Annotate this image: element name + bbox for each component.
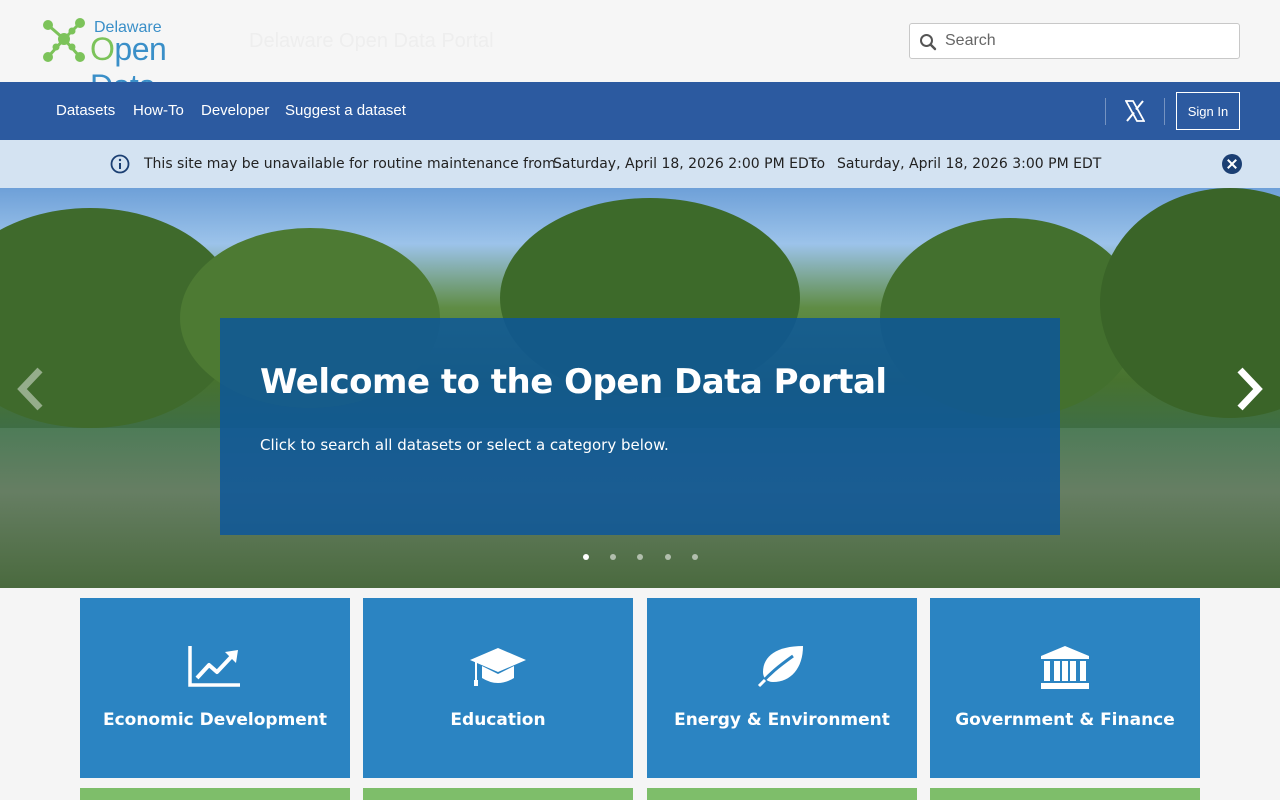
nav-datasets[interactable]: Datasets (56, 102, 115, 119)
carousel-prev-icon[interactable] (14, 366, 46, 412)
carousel-dot[interactable] (692, 554, 698, 560)
banner-to: to (811, 156, 826, 172)
carousel-dot[interactable] (583, 554, 589, 560)
site-header: Delaware Open Data Delaware Open Data Po… (0, 0, 1280, 104)
carousel-dot[interactable] (610, 554, 616, 560)
maintenance-banner: This site may be unavailable for routine… (0, 140, 1280, 188)
nav-suggest-dataset[interactable]: Suggest a dataset (285, 102, 406, 119)
category-tile-next-row[interactable] (930, 788, 1200, 800)
category-label: Government & Finance (955, 710, 1175, 730)
nav-how-to[interactable]: How-To (133, 102, 184, 119)
sign-in-button[interactable]: Sign In (1176, 92, 1240, 130)
category-tile-next-row[interactable] (363, 788, 633, 800)
category-tile-next-row[interactable] (647, 788, 917, 800)
search-input[interactable] (945, 24, 1235, 58)
category-label: Economic Development (102, 710, 328, 730)
site-title: Delaware Open Data Portal (249, 30, 494, 52)
logo-molecule-icon (43, 18, 85, 62)
banner-start-time: Saturday, April 18, 2026 2:00 PM EDT (553, 156, 818, 172)
carousel-dot[interactable] (637, 554, 643, 560)
hero-subtitle: Click to search all datasets or select a… (260, 436, 669, 454)
category-education[interactable]: Education (363, 598, 633, 778)
category-label: Energy & Environment (674, 710, 890, 730)
graduation-cap-icon (470, 648, 526, 686)
category-label: Education (450, 710, 546, 730)
nav-developer[interactable]: Developer (201, 102, 269, 119)
category-economic-development[interactable]: Economic Development (80, 598, 350, 778)
search-icon (920, 34, 937, 51)
nav-divider (1105, 98, 1106, 125)
banner-end-time: Saturday, April 18, 2026 3:00 PM EDT (837, 156, 1102, 172)
leaf-icon (757, 646, 803, 688)
chart-line-icon (188, 646, 240, 687)
bank-icon (1041, 646, 1089, 689)
delaware-open-data-logo[interactable]: Delaware Open Data (40, 17, 240, 104)
category-tile-next-row[interactable] (80, 788, 350, 800)
logo-big-prefix: O (90, 31, 115, 67)
x-twitter-icon[interactable] (1125, 100, 1145, 122)
nav-divider (1164, 98, 1165, 125)
close-icon[interactable] (1222, 154, 1242, 174)
hero-carousel: Welcome to the Open Data Portal Click to… (0, 188, 1280, 588)
banner-period: . (1095, 156, 1100, 172)
hero-title: Welcome to the Open Data Portal (260, 362, 887, 402)
search-box[interactable] (909, 23, 1240, 59)
info-icon (110, 154, 130, 174)
main-navigation: Datasets How-To Developer Suggest a data… (0, 82, 1280, 140)
category-government-finance[interactable]: Government & Finance (930, 598, 1200, 778)
carousel-next-icon[interactable] (1234, 366, 1266, 412)
category-energy-environment[interactable]: Energy & Environment (647, 598, 917, 778)
carousel-dot[interactable] (665, 554, 671, 560)
banner-message: This site may be unavailable for routine… (144, 156, 556, 172)
hero-caption[interactable]: Welcome to the Open Data Portal Click to… (220, 318, 1060, 535)
